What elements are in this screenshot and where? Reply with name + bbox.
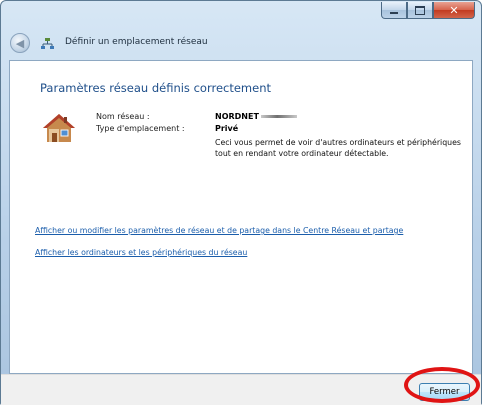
network-name-label: Nom réseau : xyxy=(96,112,150,121)
minimize-button[interactable] xyxy=(381,2,407,19)
location-description: Ceci vous permet de voir d'autres ordina… xyxy=(215,138,461,158)
content-panel: Paramètres réseau définis correctement N… xyxy=(9,60,473,374)
title-bar: ✕ ◀ Définir un emplacement réseau xyxy=(1,1,481,59)
sharing-center-link[interactable]: Afficher ou modifier les paramètres de r… xyxy=(35,226,403,235)
close-button[interactable]: Fermer xyxy=(419,383,470,401)
location-type-value: Privé xyxy=(215,124,239,133)
network-name-text: NORDNET xyxy=(215,112,259,121)
close-icon: ✕ xyxy=(449,3,459,17)
redaction-mark xyxy=(260,115,297,118)
network-icon xyxy=(41,38,54,49)
location-type-label: Type d'emplacement : xyxy=(96,124,185,133)
maximize-button[interactable] xyxy=(407,2,433,19)
back-arrow-icon[interactable]: ◀ xyxy=(10,33,30,53)
home-location-icon xyxy=(43,114,75,142)
page-heading: Paramètres réseau définis correctement xyxy=(40,81,271,95)
dialog-window: ✕ ◀ Définir un emplacement réseau Paramè… xyxy=(0,0,482,405)
window-title: Définir un emplacement réseau xyxy=(65,37,208,47)
maximize-icon xyxy=(408,2,432,18)
view-devices-link[interactable]: Afficher les ordinateurs et les périphér… xyxy=(35,248,247,257)
network-name-value: NORDNET xyxy=(215,112,297,121)
minimize-icon xyxy=(382,2,406,18)
close-window-button[interactable]: ✕ xyxy=(433,2,475,19)
dialog-footer xyxy=(1,374,481,405)
caption-buttons: ✕ xyxy=(381,2,475,20)
